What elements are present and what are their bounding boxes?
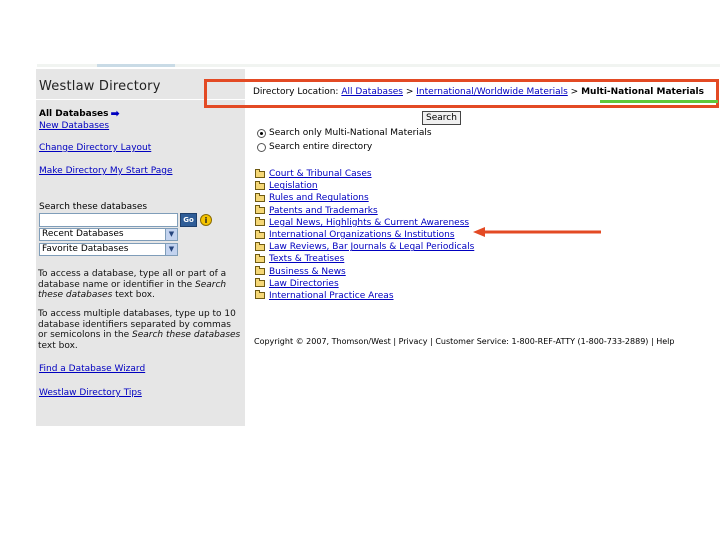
help2-text-end: text box. [38, 340, 78, 351]
list-item[interactable]: Patents and Trademarks [255, 205, 474, 217]
favorite-databases-select[interactable]: Favorite Databases ▼ [39, 243, 178, 256]
list-item[interactable]: Law Reviews, Bar Journals & Legal Period… [255, 241, 474, 253]
search-button[interactable]: Search [422, 111, 461, 125]
folder-link[interactable]: Court & Tribunal Cases [269, 169, 372, 179]
folder-icon [255, 229, 265, 239]
sidebar: Westlaw Directory All Databases ➡ New Dat… [36, 69, 245, 426]
favorite-databases-value: Favorite Databases [42, 244, 129, 254]
folder-link[interactable]: Legal News, Highlights & Current Awarene… [269, 218, 469, 228]
radio-search-only-label: Search only Multi-National Materials [269, 128, 432, 138]
customer-service-text: Customer Service: 1-800-REF-ATTY (1-800-… [435, 337, 649, 346]
top-divider-accent [97, 64, 175, 67]
main-content: Directory Location: All Databases > Inte… [245, 69, 720, 426]
all-databases-row: All Databases ➡ [39, 107, 120, 120]
make-start-page-link[interactable]: Make Directory My Start Page [39, 166, 173, 176]
folder-icon [255, 180, 265, 190]
list-item[interactable]: Law Directories [255, 278, 474, 290]
help2-emphasis: Search these databases [131, 330, 241, 340]
folder-link[interactable]: Business & News [269, 267, 346, 277]
recent-databases-select[interactable]: Recent Databases ▼ [39, 228, 178, 241]
list-item[interactable]: Rules and Regulations [255, 192, 474, 204]
favorite-databases-row: Favorite Databases ▼ [39, 243, 244, 256]
list-item[interactable]: Legislation [255, 180, 474, 192]
info-icon[interactable]: i [200, 214, 212, 226]
sidebar-title: Westlaw Directory [39, 79, 161, 94]
list-item[interactable]: International Practice Areas [255, 290, 474, 302]
search-databases-input[interactable] [39, 213, 178, 227]
folder-link[interactable]: Texts & Treatises [269, 254, 344, 264]
recent-databases-row: Recent Databases ▼ [39, 228, 244, 241]
breadcrumb-callout-box [204, 79, 719, 108]
find-database-wizard-link[interactable]: Find a Database Wizard [39, 364, 145, 374]
chevron-down-icon: ▼ [165, 244, 177, 255]
folder-icon [255, 253, 265, 263]
directory-tips-link[interactable]: Westlaw Directory Tips [39, 388, 142, 398]
footer-separator: | [650, 337, 654, 346]
help-text-multiple: To access multiple databases, type up to… [38, 309, 241, 351]
footer-separator: | [430, 337, 433, 346]
list-item[interactable]: International Organizations & Institutio… [255, 229, 474, 241]
help-link[interactable]: Help [656, 337, 674, 346]
folder-icon [255, 290, 265, 300]
folder-link[interactable]: Patents and Trademarks [269, 206, 378, 216]
arrow-right-icon: ➡ [110, 107, 120, 120]
folder-icon [255, 278, 265, 288]
search-databases-label: Search these databases [39, 202, 148, 212]
folder-link[interactable]: International Practice Areas [269, 291, 394, 301]
radio-search-only[interactable] [257, 128, 266, 138]
footer-separator: | [393, 337, 397, 346]
radio-search-entire-row[interactable]: Search entire directory [257, 142, 372, 152]
change-directory-layout-link[interactable]: Change Directory Layout [39, 143, 151, 153]
folder-link[interactable]: Rules and Regulations [269, 193, 369, 203]
folder-icon [255, 192, 265, 202]
folder-link[interactable]: Law Reviews, Bar Journals & Legal Period… [269, 242, 474, 252]
folder-icon [255, 266, 265, 276]
list-item[interactable]: Business & News [255, 266, 474, 278]
radio-search-entire-label: Search entire directory [269, 142, 373, 152]
current-location-underline [600, 100, 718, 103]
folder-icon [255, 168, 265, 178]
search-databases-row: Go i [39, 212, 244, 228]
chevron-down-icon: ▼ [165, 229, 177, 240]
folder-link[interactable]: Legislation [269, 181, 318, 191]
recent-databases-value: Recent Databases [42, 229, 124, 239]
all-databases-label: All Databases [39, 109, 109, 119]
folder-link[interactable]: International Organizations & Institutio… [269, 230, 455, 240]
copyright-text: Copyright © 2007, Thomson/West [254, 337, 391, 346]
folder-icon [255, 217, 265, 227]
radio-search-entire[interactable] [257, 142, 266, 152]
folder-icon [255, 241, 265, 251]
help-text-single: To access a database, type all or part o… [38, 269, 241, 301]
list-item[interactable]: Court & Tribunal Cases [255, 168, 474, 180]
footer: Copyright © 2007, Thomson/West | Privacy… [254, 337, 674, 346]
folder-list: Court & Tribunal Cases Legislation Rules… [255, 168, 474, 302]
privacy-link[interactable]: Privacy [399, 337, 428, 346]
go-button[interactable]: Go [180, 213, 197, 227]
new-databases-link[interactable]: New Databases [39, 121, 109, 131]
pointer-arrow-icon [473, 227, 601, 237]
list-item[interactable]: Legal News, Highlights & Current Awarene… [255, 217, 474, 229]
help1-text-end: text box. [112, 290, 155, 300]
folder-link[interactable]: Law Directories [269, 279, 339, 289]
list-item[interactable]: Texts & Treatises [255, 253, 474, 265]
radio-search-only-row[interactable]: Search only Multi-National Materials [257, 128, 432, 138]
folder-icon [255, 205, 265, 215]
